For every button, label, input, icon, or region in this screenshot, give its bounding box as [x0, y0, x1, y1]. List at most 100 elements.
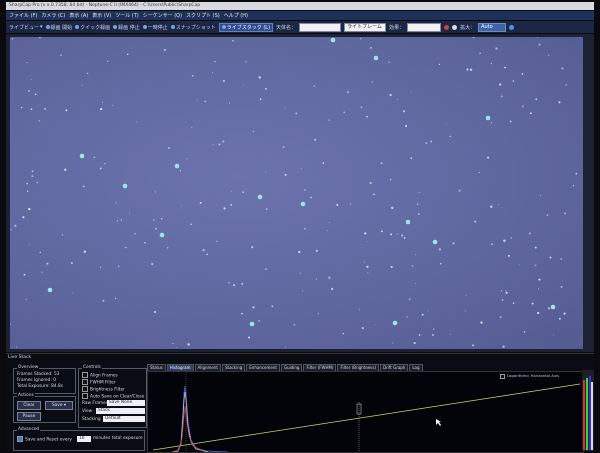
- faint-star: [86, 72, 89, 75]
- clear-button[interactable]: Clear: [17, 401, 41, 410]
- faint-star: [389, 178, 392, 181]
- menu-camera[interactable]: カメラ (C): [41, 12, 65, 19]
- faint-star: [512, 80, 515, 82]
- histogram-blue-curve: [171, 385, 229, 452]
- live-stack-button[interactable]: ライブスタック (L): [218, 22, 274, 32]
- save-reset-checkbox[interactable]: [17, 436, 23, 442]
- menu-sequencer[interactable]: シーケンサー (Q): [143, 12, 182, 19]
- faint-star: [438, 248, 441, 251]
- menu-file[interactable]: ファイル (F): [9, 12, 37, 19]
- faint-star: [427, 310, 429, 312]
- faint-star: [458, 189, 461, 192]
- menu-tools[interactable]: ツール (T): [115, 12, 139, 19]
- faint-star: [81, 84, 83, 86]
- faint-star: [363, 261, 365, 263]
- faint-star: [349, 203, 352, 205]
- faint-star: [127, 53, 129, 56]
- viewer-scrollbar[interactable]: [584, 34, 594, 352]
- zoom-select[interactable]: Auto: [478, 22, 507, 32]
- faint-star: [534, 246, 537, 249]
- faint-star: [326, 229, 328, 231]
- faint-star: [23, 273, 26, 276]
- menu-help[interactable]: ヘルプ (H): [224, 12, 248, 19]
- faint-star: [167, 146, 171, 149]
- advanced-group: Advanced Save and Reset every 10 minutes…: [13, 427, 145, 451]
- star-field-image[interactable]: [10, 37, 583, 349]
- menu-view[interactable]: 表示 (V): [92, 12, 111, 19]
- faint-star: [46, 262, 49, 265]
- faint-star: [41, 271, 43, 273]
- stop-capture-button[interactable]: 録画 停止: [113, 24, 140, 31]
- faint-star: [14, 224, 17, 227]
- log-axis-checkbox[interactable]: [500, 373, 505, 379]
- histogram-area[interactable]: Logarithmic Horizontal Axis: [147, 371, 584, 453]
- menu-display[interactable]: 表示 (A): [69, 12, 88, 19]
- faint-star: [284, 173, 287, 176]
- faint-star: [472, 344, 474, 347]
- faint-star: [519, 264, 521, 266]
- faint-star: [38, 37, 41, 39]
- pause-stack-button[interactable]: Pause: [17, 412, 41, 421]
- faint-star: [125, 247, 127, 249]
- target-name-select[interactable]: [299, 22, 342, 32]
- overview-group: Overview Frames Stacked: 53 Frames Ignor…: [13, 365, 76, 394]
- faint-star: [452, 242, 455, 245]
- faint-star: [380, 162, 383, 165]
- fullscreen-icon[interactable]: [509, 24, 515, 30]
- faint-star: [495, 47, 498, 50]
- frame-type-select[interactable]: ライトフレーム: [344, 22, 387, 32]
- faint-star: [82, 185, 85, 188]
- brightness-filter-checkbox[interactable]: [82, 386, 88, 392]
- snapshot-button[interactable]: スナップショット: [170, 24, 216, 31]
- fwhm-filter-checkbox[interactable]: [82, 379, 88, 385]
- live-view-button[interactable]: ライブビュー ▾: [9, 24, 43, 31]
- faint-star: [252, 130, 255, 133]
- faint-star: [445, 122, 447, 124]
- faint-star: [259, 98, 262, 101]
- faint-star: [486, 156, 490, 159]
- faint-star: [539, 195, 541, 197]
- minutes-suffix: minutes total exposure: [93, 436, 143, 441]
- faint-star: [507, 254, 510, 257]
- bright-star: [249, 321, 255, 327]
- faint-star: [366, 265, 369, 268]
- stacking-select[interactable]: Default: [103, 416, 145, 422]
- pause-button[interactable]: 一時停止: [142, 24, 168, 31]
- faint-star: [22, 216, 25, 219]
- faint-star: [464, 310, 466, 312]
- bright-star: [79, 153, 85, 159]
- autosave-checkbox[interactable]: [82, 393, 88, 399]
- menu-scripting[interactable]: スクリプト (S): [186, 12, 220, 19]
- faint-star: [61, 234, 64, 236]
- faint-star: [112, 104, 114, 106]
- effect-select[interactable]: [407, 22, 442, 32]
- view-select[interactable]: Stack: [96, 408, 145, 414]
- quick-capture-button[interactable]: クイック録画: [75, 24, 110, 31]
- faint-star: [499, 83, 502, 86]
- faint-star: [537, 311, 540, 315]
- align-frames-checkbox[interactable]: [82, 372, 88, 378]
- faint-star: [192, 75, 194, 77]
- faint-star: [93, 156, 96, 159]
- faint-star: [331, 287, 334, 290]
- start-capture-button[interactable]: 録画 開始: [45, 24, 72, 31]
- target-name-label: 天体名：: [276, 24, 297, 31]
- faint-star: [295, 112, 298, 115]
- faint-star: [549, 256, 552, 259]
- histogram-icon[interactable]: [444, 24, 450, 30]
- minutes-input[interactable]: 10: [77, 436, 91, 442]
- record-icon: [45, 25, 50, 29]
- faint-star: [26, 182, 28, 185]
- faint-star: [11, 38, 14, 40]
- green-level-bar: [586, 378, 588, 450]
- faint-star: [26, 62, 28, 63]
- faint-star: [560, 285, 563, 288]
- faint-star: [228, 281, 231, 284]
- faint-star: [439, 262, 442, 265]
- faint-star: [39, 251, 41, 254]
- faint-star: [548, 54, 550, 56]
- faint-star: [359, 309, 361, 311]
- reticle-icon[interactable]: [452, 24, 458, 30]
- raw-frames-select[interactable]: Save None: [107, 400, 145, 406]
- save-button[interactable]: Save ▾: [45, 401, 73, 410]
